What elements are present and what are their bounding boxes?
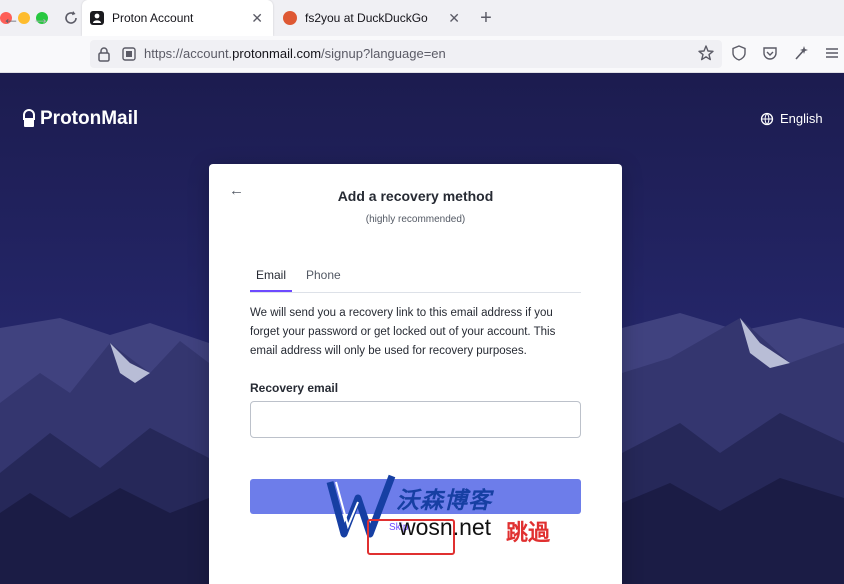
card-subtitle: (highly recommended) (365, 214, 466, 225)
url-host: protonmail.com (232, 46, 322, 61)
globe-icon (760, 112, 774, 125)
recovery-email-label: Recovery email (250, 381, 339, 395)
pocket-icon[interactable] (761, 44, 779, 62)
recovery-description: We will send you a recovery link to this… (250, 307, 556, 357)
selected-tab-indicator (250, 290, 292, 292)
menu-icon[interactable] (823, 44, 841, 62)
new-tab-button[interactable]: + (476, 6, 496, 30)
proton-favicon-icon (90, 11, 104, 25)
recovery-method-tabs: Email Phone (250, 264, 581, 293)
card-title: Add a recovery method (337, 188, 494, 204)
url-path: /signup?language=en (321, 46, 446, 61)
reload-icon (65, 11, 77, 24)
tab-title: Proton Account (112, 11, 194, 25)
url-prefix: https://account. (144, 46, 233, 61)
proton-logo-icon (23, 109, 35, 127)
page-info-icon[interactable] (122, 47, 136, 61)
watermark-domain: wosn.net (399, 514, 492, 540)
lock-icon[interactable] (97, 46, 111, 62)
tab-close-icon[interactable]: ✕ (448, 10, 460, 26)
reload-button[interactable] (60, 7, 82, 29)
tab-proton-account[interactable]: Proton Account ✕ (82, 0, 273, 36)
watermark-brand: 沃森博客 (396, 487, 492, 513)
brand-name: ProtonMail (40, 108, 139, 129)
tab-duckduckgo[interactable]: fs2you at DuckDuckGo ✕ (275, 0, 470, 36)
shield-icon[interactable] (730, 44, 748, 62)
tab-email[interactable]: Email (256, 268, 286, 282)
language-label: English (780, 111, 823, 126)
bookmark-star-icon[interactable] (697, 44, 715, 62)
tab-phone[interactable]: Phone (306, 268, 341, 282)
language-selector[interactable]: English (760, 111, 823, 126)
watermark-overlay-text: 跳過 (506, 520, 551, 545)
url-text[interactable]: https://account.protonmail.com/signup?la… (144, 46, 446, 62)
protonmail-logo[interactable]: ProtonMail (22, 108, 138, 130)
extensions-icon[interactable] (792, 44, 810, 62)
forward-button[interactable]: → (30, 7, 52, 29)
recovery-email-input[interactable] (250, 401, 581, 438)
back-button[interactable]: ← (0, 7, 22, 29)
tab-close-icon[interactable]: ✕ (251, 10, 263, 26)
tab-title: fs2you at DuckDuckGo (305, 11, 428, 25)
duckduckgo-favicon-icon (283, 11, 297, 25)
